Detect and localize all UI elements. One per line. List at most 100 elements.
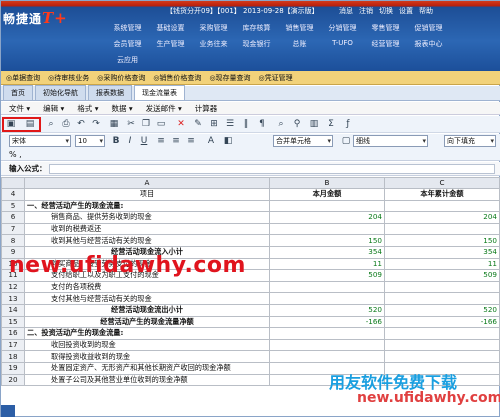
align-left-icon[interactable]: ≡ (156, 136, 166, 146)
header-tool-3[interactable]: 设置 (399, 7, 413, 15)
toolbar-number[interactable]: % , (1, 149, 500, 161)
cell-value[interactable] (269, 338, 385, 352)
row-header[interactable]: 16 (1, 327, 25, 340)
cell-item[interactable]: 处置子公司及其他营业单位收到的现金净额 (24, 373, 270, 387)
font-color-icon[interactable]: A (206, 136, 216, 146)
format-icon[interactable]: ¶ (257, 119, 267, 129)
cell-value[interactable]: 150 (269, 234, 385, 247)
module-menu-item[interactable]: 报表中心 (407, 39, 450, 49)
cell-value[interactable] (384, 338, 500, 352)
copy-icon[interactable]: ❐ (141, 119, 151, 129)
cell-item[interactable]: 收到其他与经营活动有关的现金 (24, 234, 270, 247)
cell-value[interactable]: 354 (384, 245, 500, 259)
cell-item[interactable]: 销售商品、提供劳务收到的现金 (24, 211, 270, 224)
cell-value[interactable]: 本月金额 (269, 188, 385, 201)
cell-item[interactable]: 经营活动产生的现金流量净额 (24, 315, 270, 329)
cell-value[interactable]: 509 (269, 269, 385, 282)
module-menu-item[interactable]: 系统管理 (106, 23, 149, 33)
quick-tab[interactable]: ◎待审核业务 (48, 73, 89, 83)
header-tool-1[interactable]: 注销 (359, 7, 373, 15)
row-header[interactable]: 8 (1, 234, 25, 247)
document-tab[interactable]: 首页 (3, 85, 33, 100)
row-header[interactable]: 5 (1, 199, 25, 213)
redo-icon[interactable]: ↷ (91, 119, 101, 129)
document-tab[interactable]: 现金流量表 (134, 85, 185, 100)
chart-icon[interactable]: ▥ (309, 119, 319, 129)
undo-icon[interactable]: ↶ (76, 119, 86, 129)
module-menu-item[interactable]: 分销管理 (321, 23, 364, 33)
function-icon[interactable]: ƒ (343, 119, 353, 129)
cell-item[interactable]: 处置固定资产、无形资产和其他长期资产收回的现金净额 (24, 361, 270, 375)
column-header[interactable]: B (269, 177, 385, 189)
cell-value[interactable]: 520 (269, 303, 385, 317)
cell-value[interactable]: 11 (384, 257, 500, 271)
cell-value[interactable] (384, 350, 500, 363)
module-menu-item[interactable]: 销售管理 (278, 23, 321, 33)
cell-value[interactable]: 520 (384, 303, 500, 317)
cell-value[interactable] (384, 292, 500, 305)
module-menu-item[interactable]: 采购管理 (192, 23, 235, 33)
row-header[interactable]: 15 (1, 315, 25, 329)
cell-item[interactable]: 二、投资活动产生的现金流量: (24, 327, 270, 340)
row-header[interactable]: 17 (1, 338, 25, 352)
menu-item[interactable]: 格式 ▾ (77, 103, 98, 114)
cell-value[interactable] (269, 327, 385, 340)
row-header[interactable]: 12 (1, 280, 25, 294)
bold-icon[interactable]: B (111, 136, 121, 146)
underline-icon[interactable]: U (139, 136, 149, 146)
border-icon[interactable]: ▢ (341, 136, 351, 146)
cell-value[interactable] (269, 280, 385, 294)
module-menu-item[interactable]: 库存核算 (235, 23, 278, 33)
header-tool-2[interactable]: 切换 (379, 7, 393, 15)
align-right-icon[interactable]: ≡ (186, 136, 196, 146)
find-icon[interactable]: ⌕ (276, 119, 286, 129)
row-header[interactable]: 20 (1, 373, 25, 387)
module-menu-item[interactable]: 基础设置 (149, 23, 192, 33)
italic-icon[interactable]: I (125, 136, 135, 146)
cell-value[interactable] (269, 199, 385, 213)
module-menu-item[interactable]: 云应用 (106, 55, 149, 65)
row-header[interactable]: 18 (1, 350, 25, 363)
column-header[interactable]: C (384, 177, 500, 189)
module-menu-item[interactable]: 促销管理 (407, 23, 450, 33)
font-select[interactable]: 宋体 (9, 135, 71, 147)
cell-value[interactable] (384, 199, 500, 213)
module-menu-item[interactable]: 零售管理 (364, 23, 407, 33)
menu-item[interactable]: 文件 ▾ (9, 103, 30, 114)
quick-tab[interactable]: ◎采购价格查询 (97, 73, 145, 83)
module-menu-item[interactable]: 会员管理 (106, 39, 149, 49)
quick-tab[interactable]: ◎销售价格查询 (153, 73, 201, 83)
cell-value[interactable]: 204 (384, 211, 500, 224)
quick-tab[interactable]: ◎现存量查询 (209, 73, 250, 83)
column-icon[interactable]: ‖ (241, 119, 251, 129)
search-icon[interactable]: ⌕ (46, 119, 56, 129)
header-tool-4[interactable]: 帮助 (419, 7, 433, 15)
row-header[interactable]: 19 (1, 361, 25, 375)
save-icon[interactable]: ▣ (6, 119, 16, 129)
fill-color-icon[interactable]: ◧ (223, 136, 233, 146)
filter-icon[interactable]: ⚲ (292, 119, 302, 129)
menu-item[interactable]: 发送邮件 ▾ (146, 103, 182, 114)
font-size-select[interactable]: 10 (75, 135, 105, 147)
module-menu-item[interactable]: 经营管理 (364, 39, 407, 49)
cell-value[interactable] (384, 280, 500, 294)
row-header[interactable]: 6 (1, 211, 25, 224)
module-menu-item[interactable]: 总账 (278, 39, 321, 49)
cell-item[interactable]: 收回投资收到的现金 (24, 338, 270, 352)
cell-value[interactable]: -166 (269, 315, 385, 329)
cell-value[interactable]: 150 (384, 234, 500, 247)
cell-item[interactable]: 收到的税费返还 (24, 222, 270, 236)
cell-value[interactable]: 509 (384, 269, 500, 282)
sum-icon[interactable]: Σ (326, 119, 336, 129)
cell-value[interactable]: 354 (269, 245, 385, 259)
cell-value[interactable]: -166 (384, 315, 500, 329)
grid-icon[interactable]: ▦ (109, 119, 119, 129)
quick-tab[interactable]: ◎凭证管理 (259, 73, 293, 83)
column-header[interactable]: A (24, 177, 270, 189)
cell-item[interactable]: 项目 (24, 188, 270, 201)
border-style-select[interactable]: 细线 (353, 135, 428, 147)
save-as-icon[interactable]: ▤ (25, 119, 35, 129)
row-header[interactable]: 7 (1, 222, 25, 236)
cell-value[interactable]: 本年累计金额 (384, 188, 500, 201)
cell-item[interactable]: 支付的各项税费 (24, 280, 270, 294)
